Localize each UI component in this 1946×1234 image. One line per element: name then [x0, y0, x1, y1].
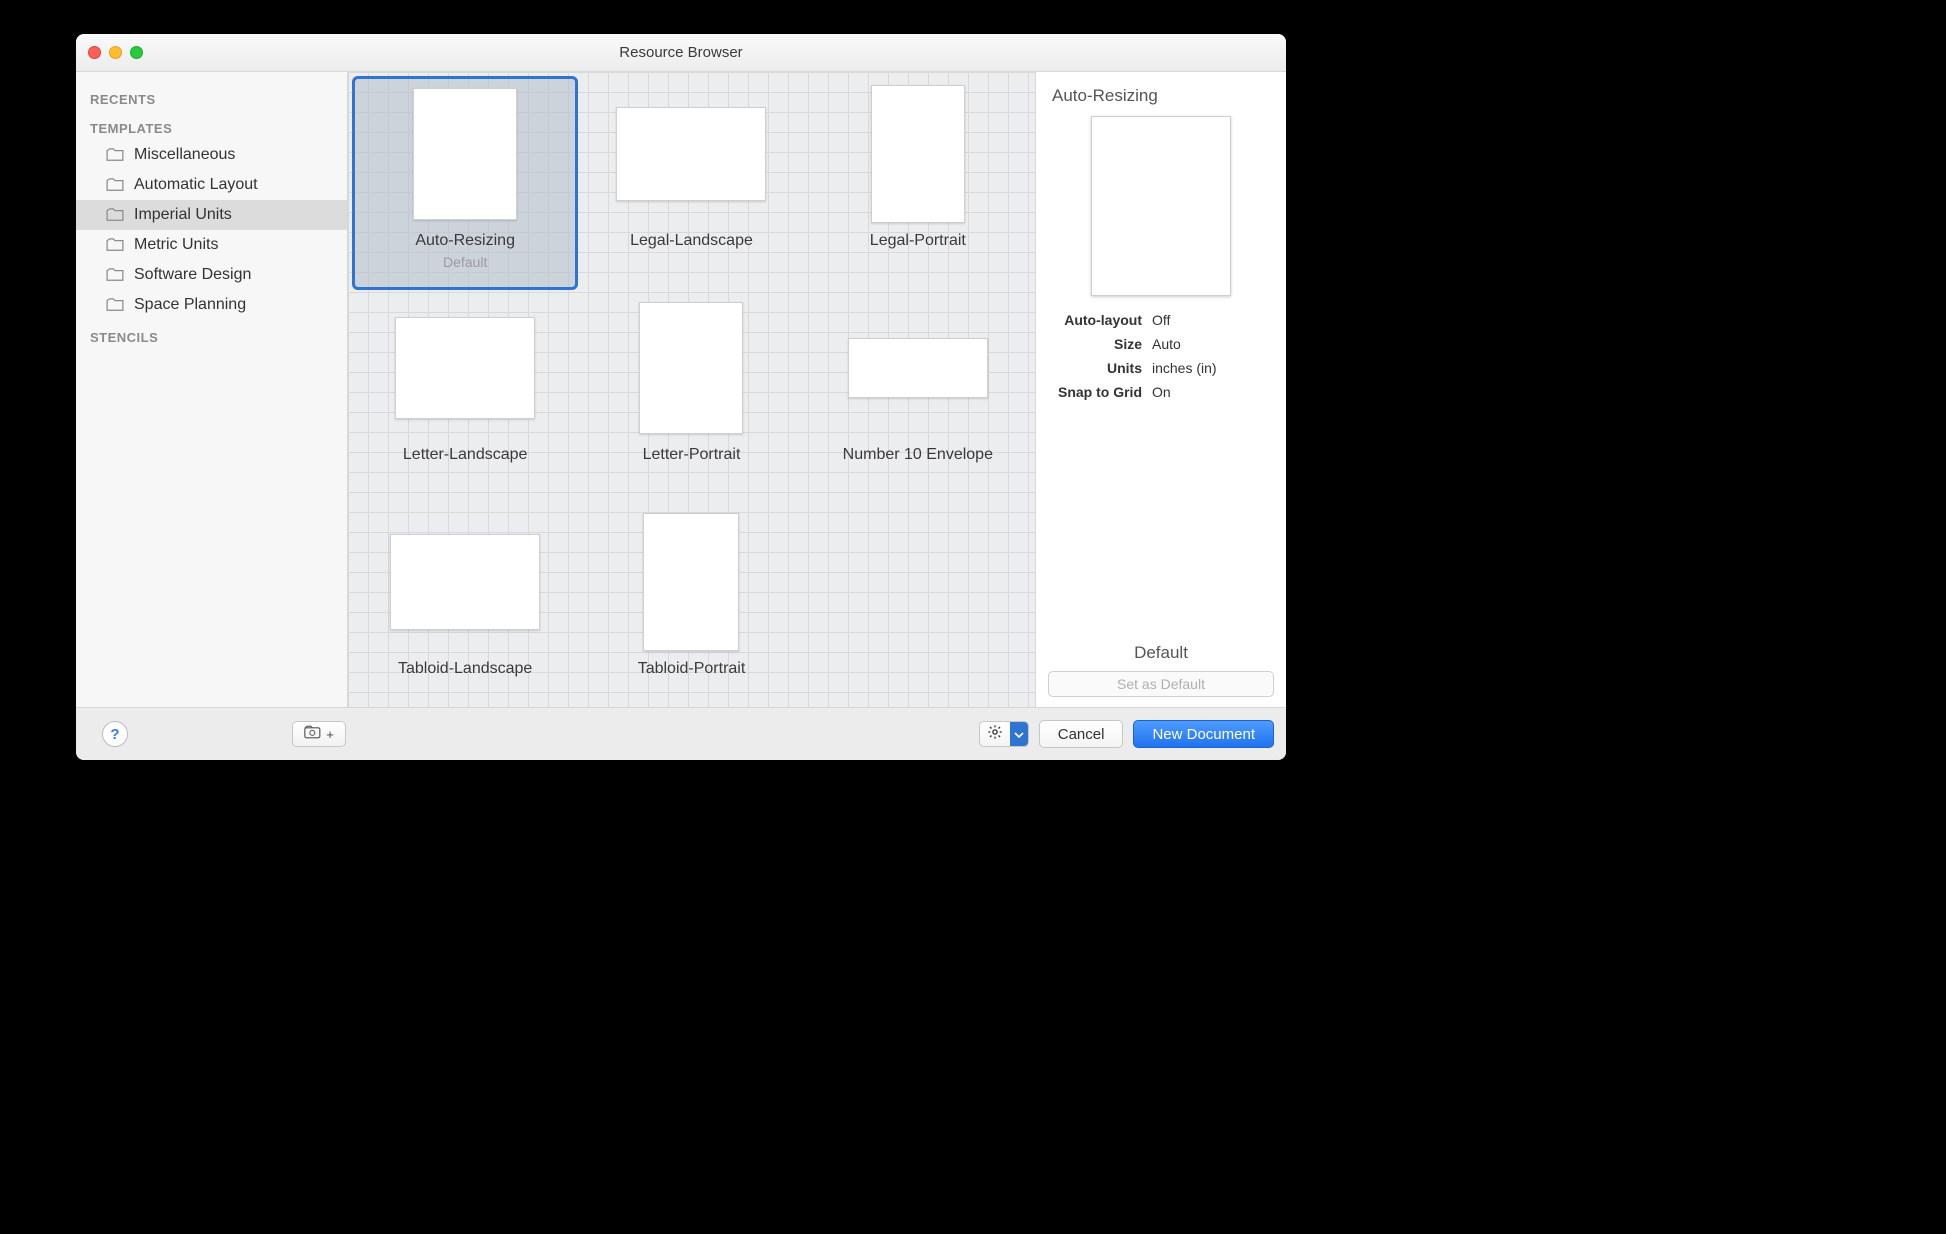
- sidebar-heading-templates: TEMPLATES: [76, 111, 347, 140]
- sidebar-heading-recents: RECENTS: [76, 82, 347, 111]
- details-title: Auto-Resizing: [1048, 86, 1274, 106]
- template-cell[interactable]: Letter-Portrait: [578, 290, 804, 504]
- gear-icon: [987, 724, 1003, 744]
- chevron-down-icon: [1014, 726, 1024, 743]
- set-as-default-button[interactable]: Set as Default: [1048, 671, 1274, 697]
- sidebar-template-item[interactable]: Metric Units: [76, 230, 347, 260]
- template-name: Legal-Portrait: [870, 232, 966, 250]
- template-thumbnail: [413, 88, 517, 220]
- sidebar: RECENTS TEMPLATES Miscellaneous Automatic…: [76, 72, 348, 707]
- details-units-value: inches (in): [1152, 360, 1274, 376]
- template-name: Auto-Resizing: [415, 232, 515, 250]
- sidebar-template-item[interactable]: Imperial Units: [76, 200, 347, 230]
- template-thumbnail: [395, 317, 535, 419]
- template-thumbnail: [871, 85, 965, 223]
- template-name: Tabloid-Landscape: [398, 660, 532, 678]
- folder-icon: [106, 148, 124, 162]
- details-auto-layout-label: Auto-layout: [1048, 312, 1142, 328]
- details-panel: Auto-Resizing Auto-layout Off Size Auto …: [1036, 72, 1286, 707]
- template-subtitle: Default: [443, 254, 487, 270]
- folder-icon: [106, 268, 124, 282]
- sidebar-heading-stencils: STENCILS: [76, 320, 347, 349]
- template-name: Letter-Portrait: [643, 446, 741, 464]
- details-units-label: Units: [1048, 360, 1142, 376]
- template-cell[interactable]: Number 10 Envelope: [805, 290, 1031, 504]
- link-folder-icon: [304, 725, 324, 743]
- template-cell[interactable]: Tabloid-Portrait: [578, 504, 804, 707]
- sidebar-template-item[interactable]: Automatic Layout: [76, 170, 347, 200]
- template-thumbnail: [616, 107, 766, 201]
- details-preview: [1091, 116, 1231, 296]
- template-name: Tabloid-Portrait: [638, 660, 746, 678]
- help-button[interactable]: ?: [102, 721, 128, 747]
- template-thumbnail: [643, 513, 739, 651]
- footer: ? +: [76, 707, 1286, 760]
- sidebar-item-label: Miscellaneous: [134, 146, 235, 164]
- template-cell[interactable]: Auto-Resizing Default: [352, 76, 578, 290]
- template-cell[interactable]: Legal-Portrait: [805, 76, 1031, 290]
- window-title: Resource Browser: [76, 44, 1286, 61]
- details-size-label: Size: [1048, 336, 1142, 352]
- details-snap-value: On: [1152, 384, 1274, 400]
- template-gallery: Auto-Resizing Default Legal-Landscape Legal…: [348, 72, 1035, 707]
- template-thumbnail: [390, 534, 540, 630]
- folder-icon: [106, 178, 124, 192]
- template-cell[interactable]: Legal-Landscape: [578, 76, 804, 290]
- template-name: Legal-Landscape: [630, 232, 753, 250]
- sidebar-template-item[interactable]: Miscellaneous: [76, 140, 347, 170]
- default-indicator: Default: [1048, 643, 1274, 663]
- sidebar-item-label: Automatic Layout: [134, 176, 258, 194]
- template-cell[interactable]: Tabloid-Landscape: [352, 504, 578, 707]
- resource-browser-window: Resource Browser RECENTS TEMPLATES Misce…: [76, 34, 1286, 760]
- folder-icon: [106, 208, 124, 222]
- titlebar: Resource Browser: [76, 34, 1286, 72]
- action-menu-button[interactable]: [979, 721, 1029, 747]
- details-snap-label: Snap to Grid: [1048, 384, 1142, 400]
- template-cell[interactable]: Letter-Landscape: [352, 290, 578, 504]
- sidebar-item-label: Imperial Units: [134, 206, 232, 224]
- cancel-button[interactable]: Cancel: [1039, 720, 1124, 748]
- plus-icon: +: [326, 727, 334, 742]
- sidebar-template-item[interactable]: Space Planning: [76, 290, 347, 320]
- template-name: Number 10 Envelope: [843, 446, 993, 464]
- link-folder-button[interactable]: +: [292, 721, 346, 747]
- template-name: Letter-Landscape: [403, 446, 528, 464]
- folder-icon: [106, 298, 124, 312]
- new-document-button[interactable]: New Document: [1133, 720, 1274, 748]
- sidebar-template-item[interactable]: Software Design: [76, 260, 347, 290]
- details-size-value: Auto: [1152, 336, 1274, 352]
- details-auto-layout-value: Off: [1152, 312, 1274, 328]
- sidebar-item-label: Software Design: [134, 266, 251, 284]
- folder-icon: [106, 238, 124, 252]
- sidebar-item-label: Space Planning: [134, 296, 246, 314]
- sidebar-item-label: Metric Units: [134, 236, 218, 254]
- template-thumbnail: [639, 302, 743, 434]
- template-thumbnail: [848, 338, 988, 398]
